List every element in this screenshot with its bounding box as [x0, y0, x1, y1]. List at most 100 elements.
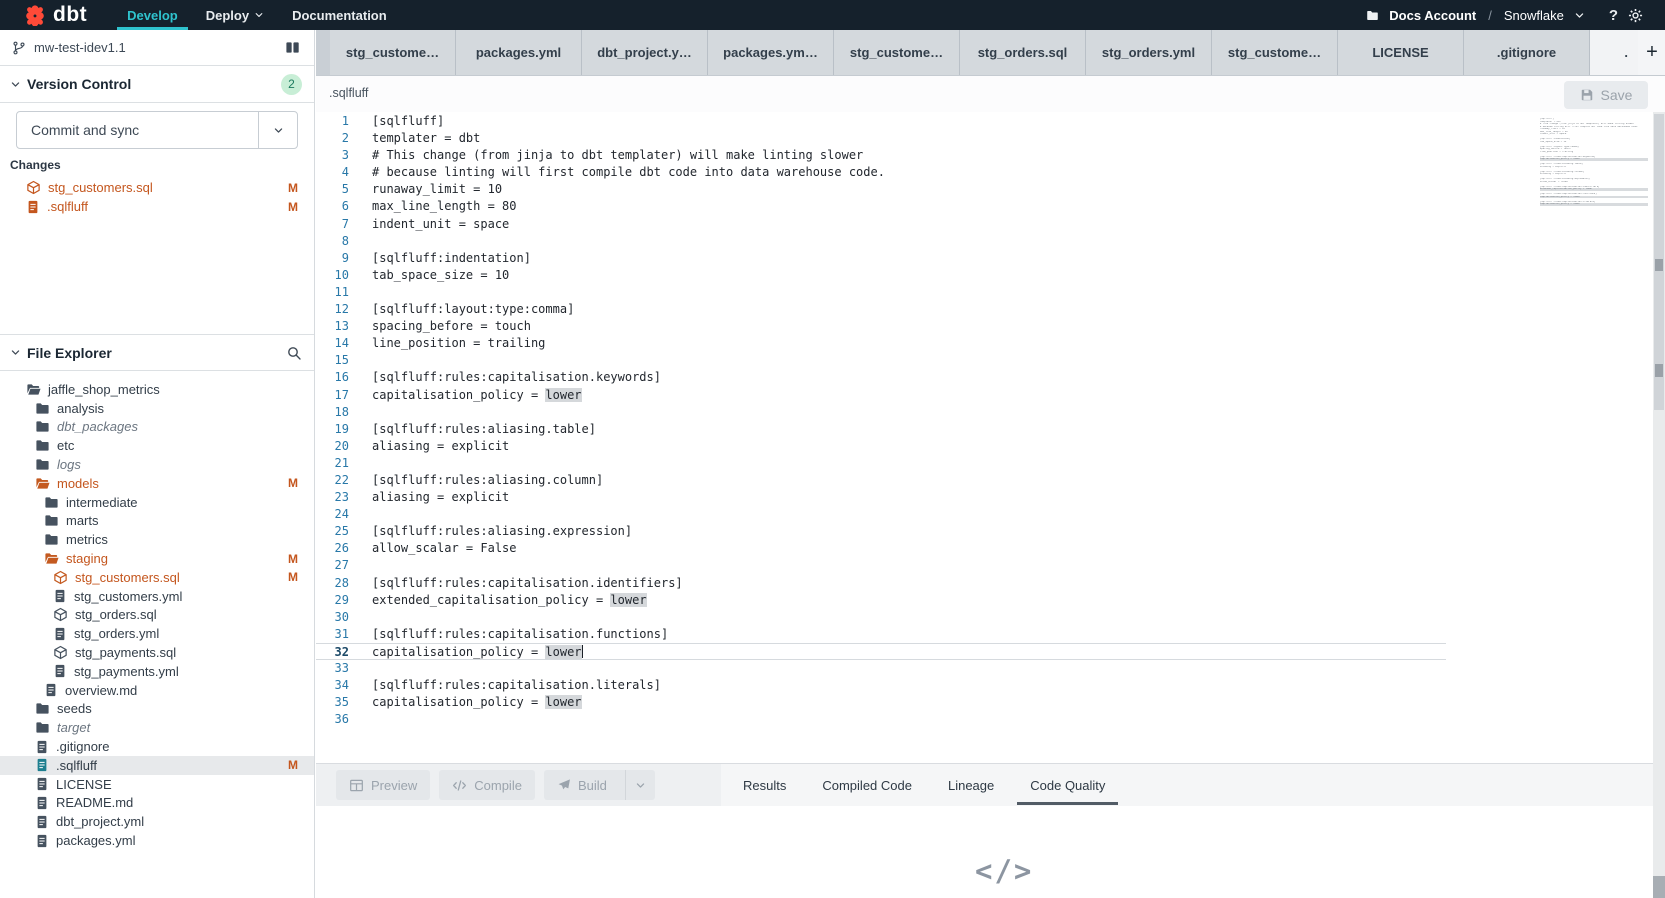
tree-item-dbt-packages[interactable]: dbt_packages	[0, 418, 314, 437]
tree-item-etc[interactable]: etc	[0, 436, 314, 455]
tree-item-dbt-project-yml[interactable]: dbt_project.yml	[0, 812, 314, 831]
change-item-stg-customers-sql[interactable]: stg_customers.sqlM	[0, 178, 314, 197]
tree-item-jaffle-shop-metrics[interactable]: jaffle_shop_metrics	[0, 380, 314, 399]
nav-develop[interactable]: Develop	[113, 0, 192, 30]
code-line-36[interactable]: 36	[316, 711, 1446, 728]
panel-tab-compiled-code[interactable]: Compiled Code	[820, 764, 914, 806]
commit-and-sync-button[interactable]: Commit and sync	[16, 111, 298, 149]
preview-button[interactable]: Preview	[336, 770, 430, 800]
tree-item-models[interactable]: modelsM	[0, 474, 314, 493]
build-button[interactable]: Build	[544, 770, 655, 800]
code-line-18[interactable]: 18	[316, 404, 1446, 421]
code-line-35[interactable]: 35capitalisation_policy = lower	[316, 694, 1446, 711]
tab-stg-custome[interactable]: stg_custome…	[330, 30, 456, 75]
tree-item-license[interactable]: LICENSE	[0, 775, 314, 794]
help-icon[interactable]: ?	[1609, 7, 1618, 24]
save-button[interactable]: Save	[1564, 81, 1648, 109]
build-button-main[interactable]: Build	[544, 770, 618, 800]
code-line-17[interactable]: 17capitalisation_policy = lower	[316, 387, 1446, 404]
connection-name[interactable]: Snowflake	[1504, 8, 1564, 23]
tab-license[interactable]: LICENSE	[1338, 30, 1464, 75]
account-name[interactable]: Docs Account	[1389, 8, 1476, 23]
tree-item-intermediate[interactable]: intermediate	[0, 493, 314, 512]
panels-icon[interactable]	[285, 40, 300, 55]
code-line-11[interactable]: 11	[316, 284, 1446, 301]
chevron-down-icon[interactable]	[1574, 10, 1585, 21]
tab-stg-custome[interactable]: stg_custome…	[834, 30, 960, 75]
code-line-34[interactable]: 34[sqlfluff:rules:capitalisation.literal…	[316, 677, 1446, 694]
tab-packages-yml[interactable]: packages.yml	[456, 30, 582, 75]
file-explorer-header[interactable]: File Explorer	[0, 334, 314, 371]
compile-button[interactable]: Compile	[439, 770, 535, 800]
panel-tab-results[interactable]: Results	[741, 764, 788, 806]
new-tab-button[interactable]: +	[1642, 30, 1662, 75]
code-line-4[interactable]: 4# because linting will first compile db…	[316, 164, 1446, 181]
tree-item-staging[interactable]: stagingM	[0, 549, 314, 568]
tree-item-marts[interactable]: marts	[0, 512, 314, 531]
nav-deploy[interactable]: Deploy	[192, 0, 278, 30]
build-options-chevron[interactable]	[625, 770, 655, 800]
tree-item-stg-customers-sql[interactable]: stg_customers.sqlM	[0, 568, 314, 587]
tab-gitignore[interactable]: .gitignore	[1464, 30, 1590, 75]
code-line-14[interactable]: 14line_position = trailing	[316, 335, 1446, 352]
search-icon[interactable]	[286, 345, 302, 361]
code-line-24[interactable]: 24	[316, 506, 1446, 523]
tree-item-stg-orders-sql[interactable]: stg_orders.sql	[0, 606, 314, 625]
code-line-5[interactable]: 5runaway_limit = 10	[316, 181, 1446, 198]
code-line-13[interactable]: 13spacing_before = touch	[316, 318, 1446, 335]
gear-icon[interactable]	[1628, 8, 1643, 23]
panel-tab-code-quality[interactable]: Code Quality	[1028, 764, 1107, 806]
code-line-22[interactable]: 22[sqlfluff:rules:aliasing.column]	[316, 472, 1446, 489]
panel-tab-lineage[interactable]: Lineage	[946, 764, 996, 806]
code-line-33[interactable]: 33	[316, 660, 1446, 677]
tab-stg-custome[interactable]: stg_custome…	[1212, 30, 1338, 75]
tree-item-analysis[interactable]: analysis	[0, 399, 314, 418]
tab-stg-orders-yml[interactable]: stg_orders.yml	[1086, 30, 1212, 75]
code-line-6[interactable]: 6max_line_length = 80	[316, 198, 1446, 215]
code-line-32[interactable]: 32capitalisation_policy = lower	[316, 643, 1446, 660]
tree-item-packages-yml[interactable]: packages.yml	[0, 831, 314, 850]
code-line-28[interactable]: 28[sqlfluff:rules:capitalisation.identif…	[316, 575, 1446, 592]
code-line-23[interactable]: 23aliasing = explicit	[316, 489, 1446, 506]
code-line-10[interactable]: 10tab_space_size = 10	[316, 267, 1446, 284]
change-item-sqlfluff[interactable]: .sqlfluffM	[0, 197, 314, 216]
tree-item-overview-md[interactable]: overview.md	[0, 681, 314, 700]
code-line-1[interactable]: 1[sqlfluff]	[316, 113, 1446, 130]
code-line-2[interactable]: 2templater = dbt	[316, 130, 1446, 147]
code-line-7[interactable]: 7indent_unit = space	[316, 216, 1446, 233]
code-line-29[interactable]: 29extended_capitalisation_policy = lower	[316, 592, 1446, 609]
code-line-8[interactable]: 8	[316, 233, 1446, 250]
code-editor[interactable]: 1[sqlfluff]2templater = dbt3# This chang…	[316, 112, 1653, 763]
code-line-27[interactable]: 27	[316, 557, 1446, 574]
tab-stg-orders-sql[interactable]: stg_orders.sql	[960, 30, 1086, 75]
tree-item-stg-payments-sql[interactable]: stg_payments.sql	[0, 643, 314, 662]
code-line-31[interactable]: 31[sqlfluff:rules:capitalisation.functio…	[316, 626, 1446, 643]
tab-dbt-project-y[interactable]: dbt_project.y…	[582, 30, 708, 75]
code-line-26[interactable]: 26allow_scalar = False	[316, 540, 1446, 557]
nav-documentation[interactable]: Documentation	[278, 0, 401, 30]
code-line-3[interactable]: 3# This change (from jinja to dbt templa…	[316, 147, 1446, 164]
code-line-15[interactable]: 15	[316, 352, 1446, 369]
code-line-16[interactable]: 16[sqlfluff:rules:capitalisation.keyword…	[316, 369, 1446, 386]
tree-item-gitignore[interactable]: .gitignore	[0, 737, 314, 756]
code-line-19[interactable]: 19[sqlfluff:rules:aliasing.table]	[316, 421, 1446, 438]
code-line-9[interactable]: 9[sqlfluff:indentation]	[316, 250, 1446, 267]
tree-item-seeds[interactable]: seeds	[0, 700, 314, 719]
code-line-12[interactable]: 12[sqlfluff:layout:type:comma]	[316, 301, 1446, 318]
code-line-21[interactable]: 21	[316, 455, 1446, 472]
tree-item-stg-payments-yml[interactable]: stg_payments.yml	[0, 662, 314, 681]
version-control-header[interactable]: Version Control 2	[0, 66, 314, 103]
editor-scrollbar[interactable]	[1653, 112, 1665, 898]
tree-item-readme-md[interactable]: README.md	[0, 794, 314, 813]
code-line-30[interactable]: 30	[316, 609, 1446, 626]
tree-item-metrics[interactable]: metrics	[0, 530, 314, 549]
commit-options-chevron[interactable]	[258, 112, 297, 148]
tree-item-target[interactable]: target	[0, 718, 314, 737]
tree-item-sqlfluff[interactable]: .sqlfluffM	[0, 756, 314, 775]
tab-partial[interactable]: .	[1590, 30, 1638, 75]
tab-packages-ym[interactable]: packages.ym…	[708, 30, 834, 75]
tree-item-stg-customers-yml[interactable]: stg_customers.yml	[0, 587, 314, 606]
branch-row[interactable]: mw-test-idev1.1	[0, 30, 314, 66]
tree-item-stg-orders-yml[interactable]: stg_orders.yml	[0, 624, 314, 643]
code-line-20[interactable]: 20aliasing = explicit	[316, 438, 1446, 455]
